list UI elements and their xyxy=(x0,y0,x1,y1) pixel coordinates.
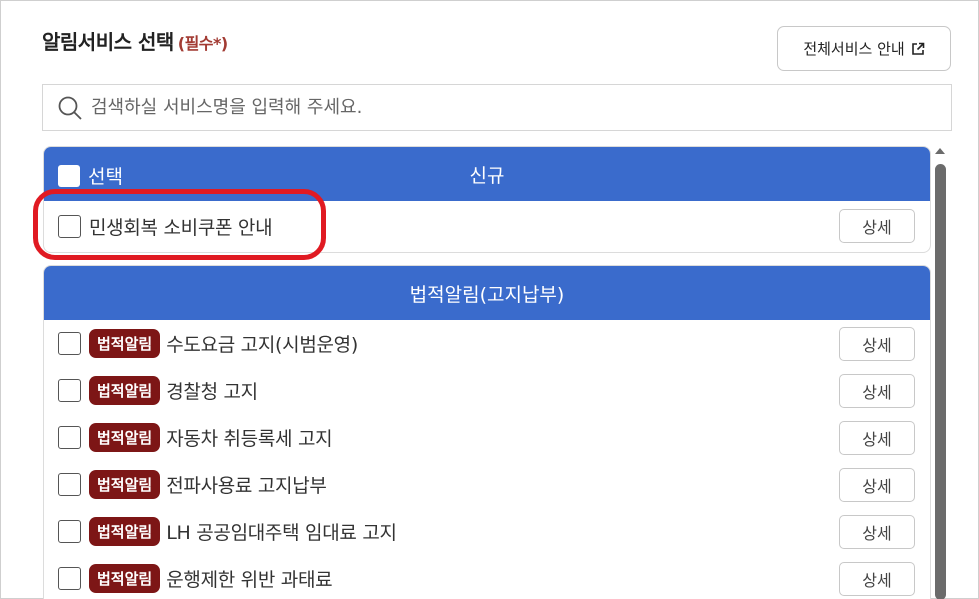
search-icon xyxy=(58,96,82,120)
item-checkbox[interactable] xyxy=(58,473,81,496)
detail-button[interactable]: 상세 xyxy=(839,562,915,596)
list-item: 민생회복 소비쿠폰 안내 상세 xyxy=(44,201,930,252)
legal-badge: 법적알림 xyxy=(89,376,161,405)
item-label: LH 공공임대주택 임대료 고지 xyxy=(166,522,397,544)
legal-badge: 법적알림 xyxy=(89,423,161,452)
item-label: 자동차 취등록세 고지 xyxy=(166,428,333,450)
legal-badge: 법적알림 xyxy=(89,329,161,358)
item-label: 운행제한 위반 과태료 xyxy=(166,569,333,591)
search-bar xyxy=(42,84,952,131)
list-item: 법적알림 자동차 취등록세 고지 상세 xyxy=(44,414,930,461)
detail-button[interactable]: 상세 xyxy=(839,515,915,549)
scrollbar-thumb[interactable] xyxy=(935,164,946,599)
select-all[interactable]: 선택 xyxy=(58,162,123,189)
item-checkbox[interactable] xyxy=(58,520,81,543)
new-panel-header: 선택 신규 xyxy=(44,147,930,201)
detail-button[interactable]: 상세 xyxy=(839,468,915,502)
scroll-up-arrow-icon[interactable] xyxy=(932,144,948,158)
item-label: 수도요금 고지(시범운영) xyxy=(166,334,358,356)
item-checkbox[interactable] xyxy=(58,426,81,449)
legal-panel-title: 법적알림(고지납부) xyxy=(409,283,565,306)
item-checkbox[interactable] xyxy=(58,215,81,238)
section-title: 알림서비스 선택 (필수*) xyxy=(42,26,228,55)
item-checkbox[interactable] xyxy=(58,332,81,355)
item-label: 민생회복 소비쿠폰 안내 xyxy=(89,217,273,239)
item-label: 전파사용료 고지납부 xyxy=(166,475,327,497)
detail-button[interactable]: 상세 xyxy=(839,209,915,243)
item-checkbox[interactable] xyxy=(58,379,81,402)
required-mark: (필수*) xyxy=(177,34,228,53)
search-input[interactable] xyxy=(91,97,931,118)
legal-services-panel: 법적알림(고지납부) 법적알림 수도요금 고지(시범운영) 상세 법적알림 경찰… xyxy=(43,265,931,599)
legal-badge: 법적알림 xyxy=(89,517,161,546)
new-panel-title: 신규 xyxy=(469,164,505,187)
legal-badge: 법적알림 xyxy=(89,564,161,593)
list-item: 법적알림 LH 공공임대주택 임대료 고지 상세 xyxy=(44,508,930,555)
list-item: 법적알림 경찰청 고지 상세 xyxy=(44,367,930,414)
list-item: 법적알림 수도요금 고지(시범운영) 상세 xyxy=(44,320,930,367)
all-services-label: 전체서비스 안내 xyxy=(803,40,905,58)
all-services-button[interactable]: 전체서비스 안내 xyxy=(777,26,951,71)
external-link-icon xyxy=(911,42,924,55)
select-all-checkbox[interactable] xyxy=(58,164,80,187)
item-checkbox[interactable] xyxy=(58,567,81,590)
detail-button[interactable]: 상세 xyxy=(839,421,915,455)
list-item: 법적알림 운행제한 위반 과태료 상세 xyxy=(44,555,930,599)
section-title-text: 알림서비스 선택 xyxy=(42,30,174,54)
item-label: 경찰청 고지 xyxy=(166,381,258,403)
select-all-label: 선택 xyxy=(88,166,123,188)
detail-button[interactable]: 상세 xyxy=(839,374,915,408)
detail-button[interactable]: 상세 xyxy=(839,327,915,361)
legal-panel-header: 법적알림(고지납부) xyxy=(44,266,930,320)
legal-badge: 법적알림 xyxy=(89,470,161,499)
new-services-panel: 선택 신규 민생회복 소비쿠폰 안내 상세 xyxy=(43,146,931,253)
list-item: 법적알림 전파사용료 고지납부 상세 xyxy=(44,461,930,508)
